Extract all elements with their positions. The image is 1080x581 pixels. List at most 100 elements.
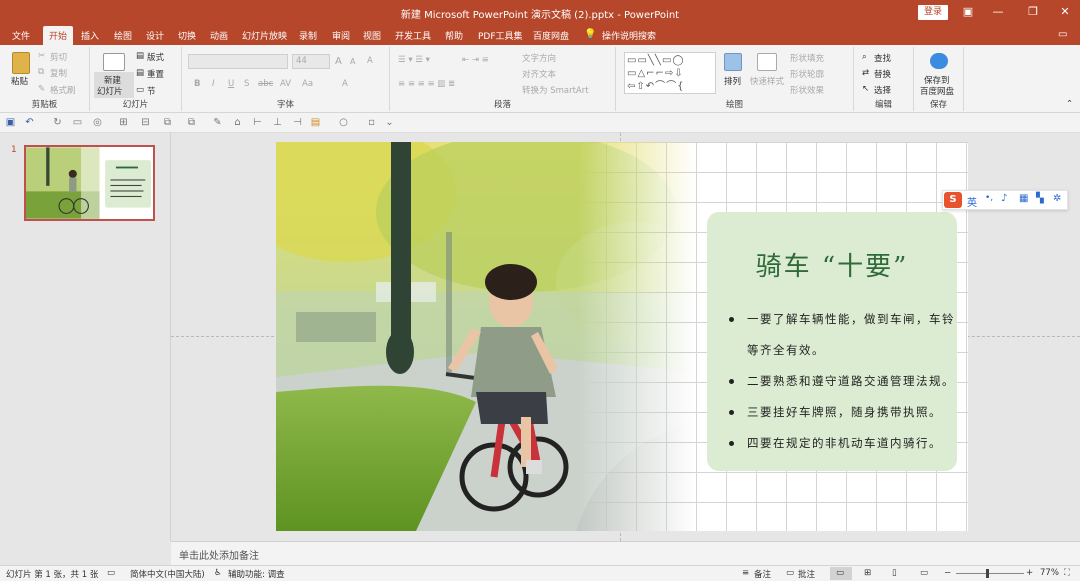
ribbon-display-icon[interactable]: ▣ (960, 4, 976, 20)
zoom-slider[interactable] (956, 573, 1024, 574)
font-size-combo[interactable]: 44 (292, 54, 330, 69)
copy-button[interactable]: 复制 (50, 67, 67, 79)
italic-icon[interactable]: I (212, 79, 215, 89)
slideshow-icon[interactable]: ▭ (920, 568, 928, 578)
ime-toolbar[interactable]: S 英 •, ♪ ▦ ▚ ✲ (942, 190, 1068, 210)
font-color-icon[interactable]: A (342, 79, 348, 89)
zoom-in-icon[interactable]: + (1026, 568, 1033, 578)
login-button[interactable]: 登录 (918, 5, 948, 20)
shrink-font-icon[interactable]: A (350, 57, 355, 66)
indent-icon[interactable]: ⇤ ⇥ ≡ (462, 55, 489, 65)
circle-icon[interactable]: ○ (338, 117, 349, 128)
bullet-item[interactable]: 二要熟悉和遵守道路交通管理法规。 (725, 366, 955, 397)
bullet-item[interactable]: 四要在规定的非机动车道内骑行。 (725, 428, 955, 459)
bullet-list[interactable]: 一要了解车辆性能，做到车闸，车铃等齐全有效。 二要熟悉和遵守道路交通管理法规。 … (725, 304, 955, 459)
microphone-icon[interactable]: ♪ (1001, 193, 1007, 204)
quick-styles-button[interactable]: 快速样式 (750, 75, 784, 87)
language-status[interactable]: 简体中文(中国大陆) (130, 568, 205, 580)
zoom-out-icon[interactable]: − (944, 568, 951, 578)
comments-icon[interactable]: ▭ (1058, 29, 1067, 40)
slide-sorter-icon[interactable]: ⊞ (864, 568, 871, 578)
align-text-button[interactable]: 对齐文本 (522, 68, 556, 80)
font-name-combo[interactable] (188, 54, 288, 69)
more-icon[interactable]: ▫ (366, 117, 377, 128)
format-painter-icon[interactable]: ✎ (38, 84, 45, 94)
char-spacing-icon[interactable]: AV (280, 79, 291, 89)
restore-icon[interactable]: ❐ (1025, 4, 1041, 20)
tab-transitions[interactable]: 切换 (178, 29, 196, 42)
tab-developer[interactable]: 开发工具 (395, 29, 431, 42)
arrange-icon[interactable] (724, 53, 742, 71)
bullet-item[interactable]: 三要挂好车牌照，随身携带执照。 (725, 397, 955, 428)
smartart-button[interactable]: 转换为 SmartArt (522, 84, 589, 96)
arrange-button[interactable]: 排列 (724, 75, 741, 87)
replace-button[interactable]: 替换 (874, 68, 891, 80)
group-icon[interactable]: ⊞ (118, 117, 129, 128)
tab-baidu-netdisk[interactable]: 百度网盘 (533, 29, 569, 42)
tab-view[interactable]: 视图 (363, 29, 381, 42)
underline-icon[interactable]: U (228, 79, 234, 89)
new-slide-icon[interactable] (103, 53, 125, 71)
clear-formatting-icon[interactable]: A (367, 56, 373, 66)
cyclist-photo[interactable] (276, 142, 696, 531)
change-case-icon[interactable]: Aa (302, 79, 313, 89)
grow-font-icon[interactable]: A (335, 56, 342, 67)
spellcheck-icon[interactable]: ▭ (107, 568, 115, 578)
lock-icon[interactable]: ⌂ (232, 117, 243, 128)
settings-icon[interactable]: ✲ (1053, 193, 1061, 204)
minimize-icon[interactable]: — (990, 4, 1006, 20)
cut-icon[interactable]: ✂ (38, 51, 45, 61)
tab-record[interactable]: 录制 (299, 29, 317, 42)
punctuation-icon[interactable]: •, (985, 193, 993, 203)
slide-title[interactable]: 骑车 “十要” (707, 246, 957, 283)
notes-button[interactable]: 备注 (754, 568, 771, 580)
tab-home[interactable]: 开始 (43, 26, 74, 45)
tab-pdf-tools[interactable]: PDF工具集 (478, 29, 523, 42)
pen-icon[interactable]: ✎ (212, 117, 223, 128)
tell-me-search[interactable]: 操作说明搜索 (602, 29, 656, 42)
start-icon[interactable]: ▭ (72, 117, 83, 128)
align-icons[interactable]: ≡ ≡ ≡ ≡ ▥ ≣ (398, 79, 455, 89)
shape-effects-button[interactable]: 形状效果 (790, 84, 824, 96)
zoom-level[interactable]: 77% (1040, 568, 1059, 578)
save-to-label-2[interactable]: 百度网盘 (920, 85, 954, 97)
bring-forward-icon[interactable]: ⧉ (162, 117, 173, 128)
section-button[interactable]: 节 (147, 85, 156, 97)
zoom-slider-thumb[interactable] (986, 569, 989, 578)
ungroup-icon[interactable]: ⊟ (140, 117, 151, 128)
text-shadow-icon[interactable]: S (244, 79, 249, 89)
tab-slideshow[interactable]: 幻灯片放映 (242, 29, 287, 42)
baidu-netdisk-icon[interactable] (930, 53, 948, 69)
shape-fill-button[interactable]: 形状填充 (790, 52, 824, 64)
close-icon[interactable]: ✕ (1057, 4, 1073, 20)
tab-animations[interactable]: 动画 (210, 29, 228, 42)
quick-styles-icon[interactable] (757, 53, 777, 71)
format-painter-button[interactable]: 格式刷 (50, 84, 76, 96)
tab-insert[interactable]: 插入 (81, 29, 99, 42)
cut-button[interactable]: 剪切 (50, 51, 67, 63)
accessibility-status[interactable]: 辅助功能: 调查 (228, 568, 285, 580)
keyboard-icon[interactable]: ▦ (1019, 193, 1028, 204)
highlight-icon[interactable]: ▤ (310, 117, 321, 128)
slide-thumbnail[interactable] (24, 145, 155, 221)
notes-placeholder[interactable]: 单击此处添加备注 (179, 547, 259, 562)
content-box[interactable]: 骑车 “十要” 一要了解车辆性能，做到车闸，车铃等齐全有效。 二要熟悉和遵守道路… (707, 212, 957, 471)
shapes-icon[interactable]: ◎ (92, 117, 103, 128)
tab-file[interactable]: 文件 (12, 29, 30, 42)
customize-qat-icon[interactable]: ⌄ (384, 117, 395, 128)
comments-button[interactable]: 批注 (798, 568, 815, 580)
tab-draw[interactable]: 绘图 (114, 29, 132, 42)
bullet-item[interactable]: 一要了解车辆性能，做到车闸，车铃等齐全有效。 (725, 304, 955, 366)
strikethrough-icon[interactable]: abc (258, 79, 273, 89)
shapes-gallery[interactable]: ▭▭╲╲▭◯ ▭△⌐⌐⇨⇩ ⇦⇧↶⌒⌒{ (624, 52, 716, 94)
tab-design[interactable]: 设计 (146, 29, 164, 42)
toolbox-icon[interactable]: ▚ (1036, 193, 1044, 204)
find-button[interactable]: 查找 (874, 52, 891, 64)
select-button[interactable]: 选择 (874, 84, 891, 96)
redo-icon[interactable]: ↻ (52, 117, 63, 128)
reset-button[interactable]: 重置 (147, 68, 164, 80)
fit-slide-icon[interactable]: ⛶ (1064, 568, 1070, 578)
tab-review[interactable]: 审阅 (332, 29, 350, 42)
sogou-logo-icon[interactable]: S (944, 192, 962, 208)
text-direction-button[interactable]: 文字方向 (522, 52, 556, 64)
